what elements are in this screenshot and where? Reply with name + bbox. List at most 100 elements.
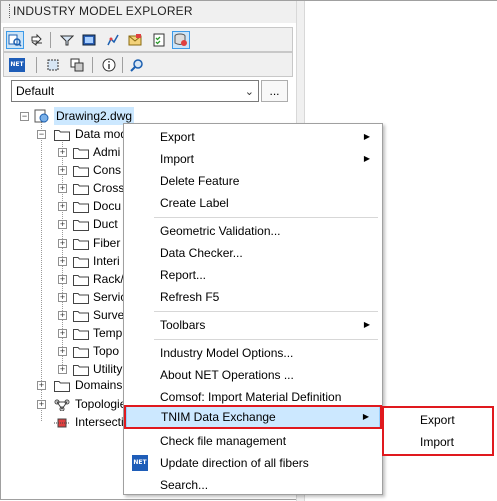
folder-icon	[73, 327, 89, 340]
menu-item-delete-feature[interactable]: Delete Feature	[126, 170, 380, 192]
menu-item-geometric-validation[interactable]: Geometric Validation...	[126, 220, 380, 242]
tree-node-label: Surve	[93, 307, 125, 322]
menu-item-toolbars-label: Toolbars	[160, 318, 206, 332]
expand-icon[interactable]: +	[58, 202, 67, 212]
expand-icon[interactable]: +	[58, 148, 67, 157]
navigate-icon[interactable]	[28, 31, 46, 49]
menu-item-about-net[interactable]: About NET Operations ...	[126, 364, 380, 386]
folder-icon	[73, 146, 89, 159]
mail-icon[interactable]	[126, 31, 144, 49]
copy-icon[interactable]	[68, 56, 86, 74]
expand-icon[interactable]: +	[58, 238, 67, 248]
submenu-arrow-icon: ▶	[363, 320, 370, 329]
grip-icon	[9, 4, 12, 18]
submenu-arrow-icon: ▶	[363, 154, 370, 163]
topology-icon	[54, 398, 70, 412]
net-icon[interactable]: NET	[8, 56, 26, 74]
menu-item-comsof-import[interactable]: Comsof: Import Material Definition	[126, 386, 380, 408]
submenu-item-export[interactable]: Export	[386, 409, 490, 431]
checklist-icon[interactable]	[150, 31, 168, 49]
menu-item-import-label: Import	[160, 152, 195, 166]
menu-separator	[154, 339, 378, 340]
expand-icon[interactable]: +	[37, 381, 46, 390]
tree-node-label: Cons	[93, 163, 122, 178]
menu-item-import[interactable]: Import ▶	[126, 148, 380, 170]
menu-item-tnim-label: TNIM Data Exchange	[161, 410, 276, 424]
tree-node-label: Rack/	[93, 271, 124, 286]
menu-item-industry-model-options[interactable]: Industry Model Options...	[126, 342, 380, 364]
net-icon: NET	[132, 455, 148, 471]
database-icon[interactable]	[172, 31, 190, 49]
submenu-arrow-icon: ▶	[363, 132, 370, 141]
submenu-arrow-icon: ▶	[362, 412, 369, 421]
menu-item-update-direction-label: Update direction of all fibers	[160, 456, 309, 470]
filter-icon[interactable]	[58, 31, 76, 49]
menu-item-tnim-data-exchange[interactable]: TNIM Data Exchange ▶	[126, 406, 380, 428]
menu-item-update-direction[interactable]: NET Update direction of all fibers	[126, 452, 380, 474]
menu-item-report[interactable]: Report...	[126, 264, 380, 286]
folder-icon	[73, 345, 89, 359]
tree-node-label: Cross	[93, 181, 125, 196]
expand-icon[interactable]: +	[58, 347, 67, 357]
net-icon-label: NET	[9, 58, 25, 72]
expand-icon[interactable]: +	[58, 329, 67, 338]
menu-item-data-checker[interactable]: Data Checker...	[126, 242, 380, 264]
tree-node-label: Servic	[93, 289, 127, 304]
toolbar-separator	[50, 32, 51, 48]
menu-item-search[interactable]: Search...	[126, 474, 380, 496]
menu-item-export[interactable]: Export ▶	[126, 126, 380, 148]
expand-icon[interactable]: +	[58, 184, 67, 194]
industry-model-explorer-panel: INDUSTRY MODEL EXPLORER NET Default ⌄ ..…	[0, 0, 497, 501]
intersection-icon	[54, 416, 70, 428]
expand-icon[interactable]: +	[58, 274, 67, 284]
menu-item-create-label[interactable]: Create Label	[126, 192, 380, 214]
submenu-item-import[interactable]: Import	[386, 431, 490, 453]
expand-icon[interactable]: +	[58, 220, 67, 230]
toolbar-separator	[92, 57, 93, 73]
menu-item-export-label: Export	[160, 130, 195, 144]
folder-icon	[73, 363, 89, 377]
search-icon[interactable]	[128, 56, 146, 74]
collapse-icon[interactable]: −	[37, 130, 46, 139]
menu-item-refresh[interactable]: Refresh F5	[126, 286, 380, 308]
dataset-combo[interactable]: Default ⌄	[11, 80, 259, 102]
select-icon[interactable]	[44, 56, 62, 74]
toolbar-primary	[3, 27, 293, 52]
menu-item-check-file-management[interactable]: Check file management	[126, 430, 380, 452]
tree-node-label: Interi	[93, 253, 120, 268]
collapse-icon[interactable]: −	[20, 112, 29, 121]
chart-icon[interactable]	[104, 31, 122, 49]
info-icon[interactable]	[100, 56, 118, 74]
context-menu: Export ▶ Import ▶ Delete Feature Create …	[123, 123, 383, 495]
tree-node-topologies-label: Topologie	[75, 397, 127, 411]
tree-node-data-model-label: Data mod	[75, 127, 128, 141]
folder-icon	[73, 218, 89, 232]
folder-icon	[73, 237, 89, 250]
toolbar-separator	[36, 57, 37, 73]
tree-node-label: Topo	[93, 344, 120, 359]
tree-node-domains-label: Domains	[75, 378, 123, 392]
folder-icon	[54, 379, 70, 392]
chevron-down-icon[interactable]: ⌄	[245, 82, 254, 102]
expand-icon[interactable]: +	[58, 166, 67, 176]
explorer-icon[interactable]	[6, 31, 24, 49]
dwg-file-icon	[33, 109, 49, 123]
expand-icon[interactable]: +	[58, 310, 67, 320]
tree-node-label: Fiber	[93, 235, 121, 250]
folder-icon	[73, 273, 89, 286]
expand-icon[interactable]: +	[58, 365, 67, 375]
view-icon[interactable]	[80, 31, 98, 49]
tree-node-intersection-label: Intersecti	[75, 415, 124, 429]
panel-title-bar: INDUSTRY MODEL EXPLORER	[1, 1, 296, 23]
panel-title: INDUSTRY MODEL EXPLORER	[13, 4, 193, 18]
folder-icon	[73, 200, 89, 214]
tnim-submenu: Export Import	[382, 406, 494, 456]
toolbar-separator	[122, 57, 123, 73]
expand-icon[interactable]: +	[37, 400, 46, 409]
menu-item-toolbars[interactable]: Toolbars ▶	[126, 314, 380, 336]
toolbar-secondary: NET	[3, 52, 293, 77]
expand-icon[interactable]: +	[58, 292, 67, 302]
browse-button[interactable]: ...	[261, 80, 288, 102]
expand-icon[interactable]: +	[58, 256, 67, 266]
tree-node-label: Duct	[93, 217, 118, 232]
